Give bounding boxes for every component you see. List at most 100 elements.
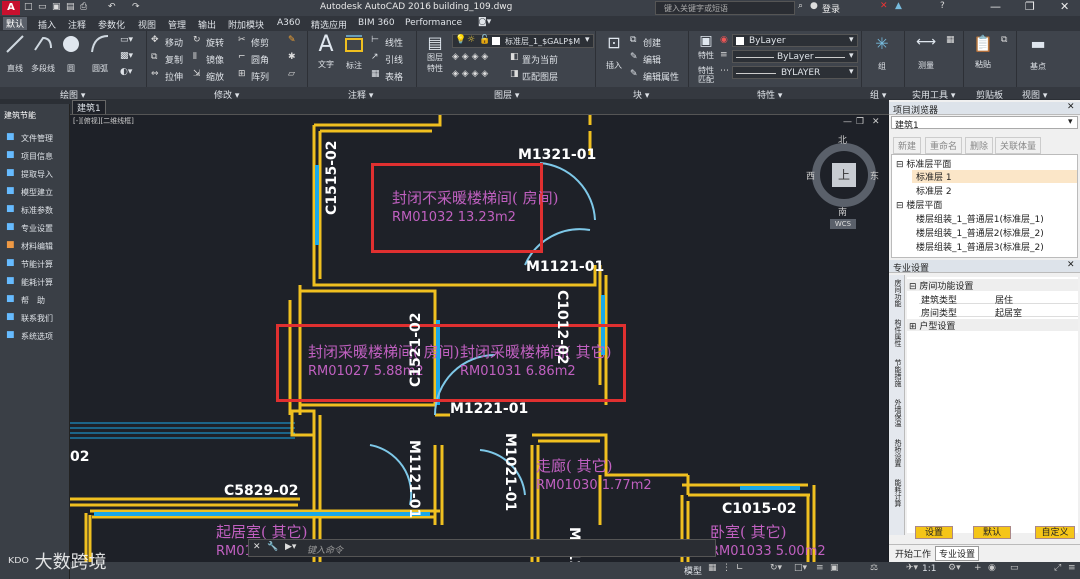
arc-tool[interactable]: 圆弧 — [88, 34, 112, 74]
osnap-icon[interactable]: □▾ — [794, 563, 807, 573]
left-item-settings[interactable]: ■ 专业设置 — [0, 220, 70, 238]
dimension-tool[interactable]: 标注 — [341, 33, 367, 71]
vtab-component[interactable]: 构件属性 — [891, 319, 903, 347]
tab-a360[interactable]: A360 — [277, 18, 300, 28]
scale-button[interactable]: 缩放 — [206, 70, 224, 83]
properties-tool[interactable]: ▣ 特性 — [692, 33, 720, 61]
vtab-room-function[interactable]: 房间功能 — [891, 279, 903, 307]
paste-tool[interactable]: 📋 粘贴 — [969, 34, 997, 70]
project-dropdown[interactable]: 建筑1 ▾ — [891, 116, 1078, 131]
viewcube[interactable]: 上 北 南 东 西 WCS — [806, 135, 879, 229]
left-item-material[interactable]: ■ 材料编辑 — [0, 238, 70, 256]
room-tag-1[interactable]: 封闭不采暖楼梯间( 房间) RM01032 13.23m2 — [392, 187, 558, 225]
annotation-icon[interactable]: ⚖ — [870, 563, 878, 573]
tab-pro-settings[interactable]: 专业设置 — [935, 546, 980, 561]
custom-button[interactable]: 自定义 — [1035, 526, 1075, 539]
tree-item[interactable]: 楼层组装_1_普通层3(标准层_2) — [916, 240, 1044, 253]
text-tool[interactable]: A 文字 — [313, 33, 339, 70]
fillet-button[interactable]: 圆角 — [251, 53, 269, 66]
drawing-canvas[interactable]: [-][俯视][二维线框] 封闭不采暖楼梯间(房间) RM01032 13.2… — [70, 115, 888, 565]
vtab-thermal-bridge[interactable]: 热桥设置 — [891, 439, 903, 467]
tab-bim360[interactable]: BIM 360 — [358, 18, 395, 28]
command-line[interactable]: ✕ 🔧 ▶▾ 键入命令 — [248, 539, 716, 557]
left-item-consumption[interactable]: ■ 能耗计算 — [0, 274, 70, 292]
draw-more-icon[interactable]: ◐▾ — [120, 67, 132, 77]
left-item-energy-calc[interactable]: ■ 节能计算 — [0, 256, 70, 274]
copy-clip-icon[interactable]: ⧉ — [1001, 35, 1007, 45]
isolate-icon[interactable]: ◉ — [988, 563, 996, 573]
grid-icon[interactable]: ▦ — [708, 563, 717, 573]
rotate-button[interactable]: 旋转 — [206, 36, 224, 49]
left-item-file[interactable]: ■ 文件管理 — [0, 130, 70, 148]
associate-button[interactable]: 关联体量 — [995, 137, 1042, 154]
pro-settings-close-icon[interactable]: ✕ — [1067, 260, 1075, 270]
trim-button[interactable]: 修剪 — [251, 36, 269, 49]
array-button[interactable]: 阵列 — [251, 70, 269, 83]
autocad-logo-icon[interactable]: A — [2, 1, 20, 15]
insert-tool[interactable]: ⊡ 插入 — [601, 33, 627, 71]
create-block-button[interactable]: 创建 — [643, 36, 661, 49]
tree-item[interactable]: ⊟ 楼层平面 — [896, 198, 942, 211]
table-button[interactable]: 表格 — [385, 70, 403, 83]
group-tool[interactable]: ✳ 组 — [869, 34, 895, 72]
property-row[interactable]: 建筑类型 居住 — [919, 292, 1078, 306]
move-button[interactable]: 移动 — [165, 36, 183, 49]
tab-start-work[interactable]: 开始工作 — [895, 547, 931, 560]
explode-icon[interactable]: ✱ — [288, 52, 296, 62]
room-tag-3[interactable]: 封闭采暖楼梯间( 其它) RM01031 6.86m2 — [460, 341, 611, 379]
restore-button[interactable]: ❐ — [1025, 0, 1035, 13]
close-button[interactable]: ✕ — [1060, 0, 1069, 13]
edit-block-button[interactable]: 编辑 — [643, 53, 661, 66]
plus-icon[interactable]: + — [974, 563, 982, 573]
leader-button[interactable]: 引线 — [385, 53, 403, 66]
ortho-icon[interactable]: ∟ — [736, 563, 744, 573]
tab-manage[interactable]: 管理 — [168, 18, 186, 31]
undo-icon[interactable]: ↶ — [108, 2, 116, 12]
customize-icon[interactable]: ≡ — [1068, 563, 1076, 573]
tab-annotate[interactable]: 注释 — [68, 18, 86, 31]
viewcube-face[interactable]: 上 — [832, 163, 856, 187]
snap-icon[interactable]: ⋮ — [722, 563, 731, 573]
vtab-insulation[interactable]: 外墙保温 — [891, 399, 903, 427]
erase-icon[interactable]: ✎ — [288, 35, 296, 45]
tab-more-icon[interactable]: ◙▾ — [478, 17, 491, 27]
wcs-button[interactable]: WCS — [830, 219, 856, 229]
login-label[interactable]: 登录 — [822, 2, 840, 15]
tab-view[interactable]: 视图 — [138, 18, 156, 31]
user-icon[interactable]: ● — [810, 1, 818, 11]
help-icon[interactable]: ? — [940, 1, 945, 11]
search-box[interactable]: 键入关键字或短语 — [655, 1, 795, 15]
vtab-measures[interactable]: 节能措施 — [891, 359, 903, 387]
edit-attr-button[interactable]: 编辑属性 — [643, 70, 679, 83]
command-input[interactable]: 键入命令 — [307, 543, 343, 556]
project-browser-close-icon[interactable]: ✕ — [1067, 102, 1075, 112]
search-icon[interactable]: ⌕ — [798, 1, 803, 11]
saveas-icon[interactable]: ▤ — [66, 2, 75, 12]
scale-value[interactable]: 1:1 — [922, 564, 936, 574]
redo-icon[interactable]: ↷ — [132, 2, 140, 12]
hatch-icon[interactable]: ▩▾ — [120, 51, 133, 61]
property-group-unit[interactable]: ⊞ 户型设置 — [907, 319, 1078, 332]
lineweight-dropdown[interactable]: ByLayer ▾ — [732, 50, 858, 63]
model-button[interactable]: 模型 — [684, 564, 702, 577]
exchange-icon[interactable]: ✕ — [880, 1, 888, 11]
stretch-button[interactable]: 拉伸 — [165, 70, 183, 83]
circle-tool[interactable]: 圆 — [60, 34, 82, 74]
hardware-icon[interactable]: ▭ — [1010, 563, 1019, 573]
tab-featured[interactable]: 精选应用 — [311, 18, 347, 31]
workspace-icon[interactable]: ✈▾ — [906, 563, 918, 573]
linear-button[interactable]: 线性 — [385, 36, 403, 49]
tab-parametric[interactable]: 参数化 — [98, 18, 125, 31]
measure-tool[interactable]: ⟷ 测量 — [912, 34, 940, 71]
tree-item-selected[interactable]: 标准层 1 — [912, 170, 1077, 183]
tree-item[interactable]: 标准层 2 — [916, 184, 952, 197]
tree-item[interactable]: 楼层组装_1_普通层1(标准层_1) — [916, 212, 1044, 225]
rename-button[interactable]: 重命名 — [925, 137, 963, 154]
match-layer-button[interactable]: 匹配图层 — [522, 70, 558, 83]
a360-icon[interactable]: ▲ — [895, 1, 902, 11]
left-item-project[interactable]: ■ 项目信息 — [0, 148, 70, 166]
offset-icon[interactable]: ▱ — [288, 69, 295, 79]
line-tool[interactable]: 直线 — [4, 34, 26, 74]
layer-dropdown[interactable]: 💡 ☼ 🔓 标准层_1_$GALP$M ▾ — [452, 34, 594, 48]
left-item-import[interactable]: ■ 提取导入 — [0, 166, 70, 184]
